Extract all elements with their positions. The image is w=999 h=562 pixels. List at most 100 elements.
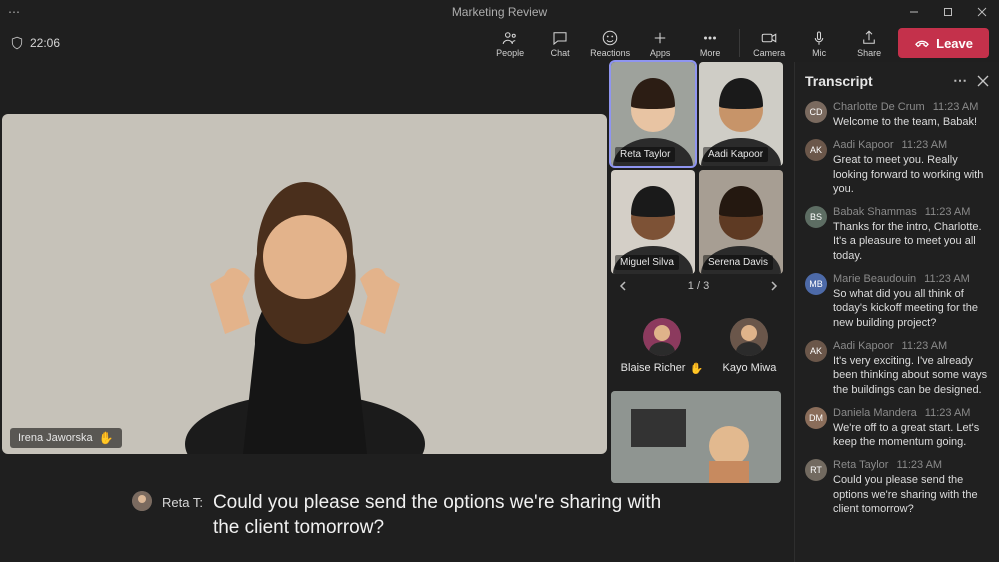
msg-author: Aadi Kapoor	[833, 340, 894, 352]
transcript-message: MB Marie Beaudouin 11:23 AM So what did you…	[805, 273, 989, 330]
meeting-timer: 22:06	[10, 36, 60, 50]
share-icon	[860, 29, 878, 47]
people-button[interactable]: People	[485, 25, 535, 61]
participant-name: Aadi Kapoor	[703, 147, 768, 162]
apps-button[interactable]: Apps	[635, 25, 685, 61]
msg-text: So what did you all think of today's kic…	[833, 287, 989, 330]
participant-tile[interactable]: Miguel Silva	[611, 170, 695, 274]
transcript-message: CD Charlotte De Crum 11:23 AM Welcome to th…	[805, 101, 989, 129]
audio-only-row: Blaise Richer✋ Kayo Miwa	[611, 318, 786, 375]
participant-name: Reta Taylor	[615, 147, 675, 162]
msg-text: Thanks for the intro, Charlotte. It's a …	[833, 220, 989, 263]
toolbar-divider	[739, 29, 740, 57]
caption-avatar	[132, 491, 152, 511]
share-button[interactable]: Share	[844, 25, 894, 61]
participant-tile[interactable]: Serena Davis	[699, 170, 783, 274]
more-button[interactable]: More	[685, 25, 735, 61]
reactions-button[interactable]: Reactions	[585, 25, 635, 61]
msg-time: 11:23 AM	[902, 340, 948, 352]
audio-participant[interactable]: Blaise Richer✋	[621, 318, 704, 375]
mic-button[interactable]: Mic	[794, 25, 844, 61]
msg-time: 11:23 AM	[902, 139, 948, 151]
msg-time: 11:23 AM	[933, 101, 979, 113]
avatar	[643, 318, 681, 356]
leave-button[interactable]: Leave	[898, 28, 989, 58]
close-icon[interactable]	[977, 75, 989, 87]
caption-speaker: Reta T:	[162, 495, 203, 510]
msg-author: Reta Taylor	[833, 459, 888, 471]
transcript-message: AK Aadi Kapoor 11:23 AM Great to meet you. …	[805, 139, 989, 196]
chevron-left-icon[interactable]	[617, 280, 629, 292]
msg-time: 11:23 AM	[925, 206, 971, 218]
hand-raised-icon: ✋	[689, 362, 703, 375]
msg-author: Aadi Kapoor	[833, 139, 894, 151]
transcript-message: AK Aadi Kapoor 11:23 AM It's very exciting.…	[805, 340, 989, 397]
chat-button[interactable]: Chat	[535, 25, 585, 61]
people-icon	[501, 29, 519, 47]
meeting-title: Marketing Review	[452, 5, 547, 19]
app-menu-icon[interactable]: ⋯	[8, 5, 20, 19]
transcript-message: DM Daniela Mandera 11:23 AM We're off to a …	[805, 407, 989, 450]
msg-text: Welcome to the team, Babak!	[833, 115, 978, 129]
avatar: CD	[805, 101, 827, 123]
hand-raised-icon: ✋	[99, 431, 114, 445]
self-view[interactable]	[611, 391, 781, 483]
main-area: Irena Jaworska ✋ Reta Taylor Aadi Kapoor …	[0, 62, 999, 562]
avatar: BS	[805, 206, 827, 228]
video-stage: Irena Jaworska ✋ Reta Taylor Aadi Kapoor …	[0, 62, 794, 562]
caption-text: Could you please send the options we're …	[213, 491, 673, 540]
participant-name: Serena Davis	[703, 255, 773, 270]
titlebar: ⋯ Marketing Review	[0, 0, 999, 24]
avatar: MB	[805, 273, 827, 295]
participant-tile[interactable]: Aadi Kapoor	[699, 62, 783, 166]
close-button[interactable]	[965, 0, 999, 24]
audio-name: Kayo Miwa	[723, 362, 777, 374]
msg-author: Charlotte De Crum	[833, 101, 925, 113]
participant-grid: Reta Taylor Aadi Kapoor Miguel Silva Seren…	[611, 62, 786, 483]
transcript-message: RT Reta Taylor 11:23 AM Could you please se…	[805, 459, 989, 516]
avatar: AK	[805, 340, 827, 362]
maximize-button[interactable]	[931, 0, 965, 24]
avatar: DM	[805, 407, 827, 429]
camera-button[interactable]: Camera	[744, 25, 794, 61]
audio-participant[interactable]: Kayo Miwa	[723, 318, 777, 375]
msg-author: Daniela Mandera	[833, 407, 917, 419]
participant-tile[interactable]: Reta Taylor	[611, 62, 695, 166]
transcript-panel: Transcript ⋯ CD Charlotte De Crum 11:23 AM…	[794, 62, 999, 562]
smiley-icon	[601, 29, 619, 47]
msg-text: We're off to a great start. Let's keep t…	[833, 421, 989, 450]
transcript-title: Transcript	[805, 73, 873, 89]
msg-text: It's very exciting. I've already been th…	[833, 354, 989, 397]
plus-icon	[651, 29, 669, 47]
audio-name: Blaise Richer	[621, 362, 686, 375]
msg-time: 11:23 AM	[924, 273, 970, 285]
more-icon	[701, 29, 719, 47]
transcript-message: BS Babak Shammas 11:23 AM Thanks for the in…	[805, 206, 989, 263]
transcript-more-icon[interactable]: ⋯	[953, 72, 967, 89]
transcript-body[interactable]: CD Charlotte De Crum 11:23 AM Welcome to th…	[795, 99, 999, 562]
avatar: AK	[805, 139, 827, 161]
mic-icon	[810, 29, 828, 47]
msg-text: Great to meet you. Really looking forwar…	[833, 153, 989, 196]
participant-name: Miguel Silva	[615, 255, 679, 270]
pager-text: 1 / 3	[688, 280, 709, 292]
shield-icon	[10, 36, 24, 50]
avatar	[730, 318, 768, 356]
person-illustration	[145, 134, 465, 454]
avatar: RT	[805, 459, 827, 481]
msg-text: Could you please send the options we're …	[833, 473, 989, 516]
participant-pager: 1 / 3	[611, 278, 786, 294]
minimize-button[interactable]	[897, 0, 931, 24]
live-caption: Reta T: Could you please send the option…	[2, 483, 792, 540]
chat-icon	[551, 29, 569, 47]
hangup-icon	[914, 35, 930, 51]
msg-time: 11:23 AM	[925, 407, 971, 419]
msg-author: Babak Shammas	[833, 206, 917, 218]
meeting-toolbar: 22:06 People Chat Reactions Apps More Ca…	[0, 24, 999, 62]
main-speaker-tile[interactable]: Irena Jaworska ✋	[2, 114, 607, 454]
msg-author: Marie Beaudouin	[833, 273, 916, 285]
chevron-right-icon[interactable]	[768, 280, 780, 292]
msg-time: 11:23 AM	[896, 459, 942, 471]
main-speaker-namechip: Irena Jaworska ✋	[10, 428, 122, 448]
camera-icon	[760, 29, 778, 47]
